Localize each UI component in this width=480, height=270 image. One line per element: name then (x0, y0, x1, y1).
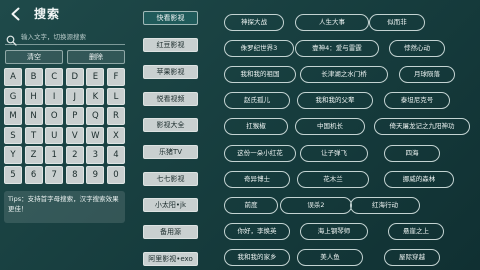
key-w[interactable]: W (86, 126, 105, 145)
result-item[interactable]: 海上钢琴师 (300, 223, 368, 240)
source-item[interactable]: 七七影视 (143, 172, 198, 186)
result-item[interactable]: 壹神4：爱与雷霆 (295, 40, 379, 57)
key-n[interactable]: N (24, 107, 43, 125)
key-f[interactable]: F (106, 68, 125, 86)
result-item[interactable]: 倚天屠龙记之九阳神功 (374, 118, 470, 135)
key-m[interactable]: M (4, 107, 22, 125)
key-z[interactable]: Z (24, 146, 43, 164)
page-title: 搜索 (34, 7, 61, 21)
key-j[interactable]: J (65, 87, 84, 106)
key-o[interactable]: O (45, 107, 64, 125)
result-item[interactable]: 悬崖之上 (388, 223, 444, 240)
result-item[interactable]: 误杀2 (280, 197, 352, 214)
key-6[interactable]: 6 (24, 165, 43, 184)
source-item[interactable]: 快看影视 (143, 11, 198, 25)
key-9[interactable]: 9 (86, 165, 105, 184)
result-item[interactable]: 前度 (224, 197, 278, 214)
result-item[interactable]: 泰坦尼克号 (384, 92, 450, 109)
source-item[interactable]: 阿里影视•exo (143, 252, 198, 266)
key-1[interactable]: 1 (45, 146, 64, 164)
source-item[interactable]: 悦看视频 (143, 92, 198, 106)
result-item[interactable]: 挪威的森林 (384, 171, 454, 188)
key-k[interactable]: K (86, 87, 105, 106)
result-item[interactable]: 月球陨落 (399, 66, 455, 83)
result-item[interactable]: 红海行动 (350, 197, 420, 214)
key-7[interactable]: 7 (45, 165, 64, 184)
result-item[interactable]: 侏罗纪世界3 (224, 40, 294, 57)
clear-button[interactable]: 清空 (5, 50, 63, 64)
key-v[interactable]: V (65, 126, 84, 145)
source-item[interactable]: 备用源 (143, 225, 198, 239)
key-2[interactable]: 2 (65, 146, 84, 164)
tips-text: Tips：支持首字母搜索，汉字搜索效果更佳！ (4, 191, 125, 223)
result-item[interactable]: 屋际穿越 (384, 249, 440, 266)
key-x[interactable]: X (106, 126, 125, 145)
key-c[interactable]: C (45, 68, 64, 86)
result-item[interactable]: 中国机长 (295, 118, 365, 135)
result-item[interactable]: 神探大战 (224, 14, 284, 31)
delete-button[interactable]: 删除 (67, 50, 125, 64)
result-item[interactable]: 似而非 (369, 14, 425, 31)
result-item[interactable]: 美人鱼 (297, 249, 363, 266)
source-item[interactable]: 乐猪TV (143, 145, 198, 159)
key-h[interactable]: H (24, 87, 43, 106)
result-item[interactable]: 你好，李焕英 (224, 223, 290, 240)
key-a[interactable]: A (4, 68, 22, 86)
result-item[interactable]: 赵氏孤儿 (224, 92, 290, 109)
key-4[interactable]: 4 (106, 146, 125, 164)
result-item[interactable]: 长津湖之水门桥 (300, 66, 388, 83)
back-arrow-icon[interactable] (8, 6, 24, 22)
search-icon (6, 31, 17, 46)
source-item[interactable]: 小太阳•jk (143, 198, 198, 212)
key-g[interactable]: G (4, 87, 22, 106)
key-s[interactable]: S (4, 126, 22, 145)
key-b[interactable]: B (24, 68, 43, 86)
result-item[interactable]: 让子弹飞 (300, 145, 368, 162)
search-bar (5, 29, 125, 46)
source-item[interactable]: 苹果影视 (143, 65, 198, 79)
key-l[interactable]: L (106, 87, 125, 106)
key-8[interactable]: 8 (65, 165, 84, 184)
result-item[interactable]: 人生大事 (295, 14, 369, 31)
key-r[interactable]: R (106, 107, 125, 125)
key-0[interactable]: 0 (106, 165, 125, 184)
result-item[interactable]: 四海 (384, 145, 440, 162)
key-3[interactable]: 3 (86, 146, 105, 164)
source-item[interactable]: 红豆影视 (143, 38, 198, 52)
result-item[interactable]: 我和我的家乡 (224, 249, 290, 266)
source-item[interactable]: 影视大全 (143, 118, 198, 132)
result-item[interactable]: 悖然心动 (389, 40, 445, 57)
source-list: 快看影视红豆影视苹果影视悦看视频影视大全乐猪TV 七七影视小太阳•jk 备用源阿里影… (143, 0, 198, 270)
key-5[interactable]: 5 (4, 165, 22, 184)
key-d[interactable]: D (65, 68, 84, 86)
key-t[interactable]: T (24, 126, 43, 145)
letter-keyboard: ABCDEF GHIJKL MNOPQR STUVWX YZ1234 567890 (4, 68, 125, 184)
search-input[interactable] (21, 30, 125, 44)
key-i[interactable]: I (45, 87, 64, 106)
result-item[interactable]: 我和我的祖国 (224, 66, 296, 83)
key-e[interactable]: E (86, 68, 105, 86)
result-item[interactable]: 扛猴椒 (224, 118, 288, 135)
key-y[interactable]: Y (4, 146, 22, 164)
result-item[interactable]: 我和我的父辈 (297, 92, 373, 109)
key-p[interactable]: P (65, 107, 84, 125)
result-item[interactable]: 奇异博士 (224, 171, 290, 188)
key-q[interactable]: Q (86, 107, 105, 125)
result-item[interactable]: 这份一朵小红花 (224, 145, 296, 162)
key-u[interactable]: U (45, 126, 64, 145)
result-item[interactable]: 花木兰 (297, 171, 369, 188)
